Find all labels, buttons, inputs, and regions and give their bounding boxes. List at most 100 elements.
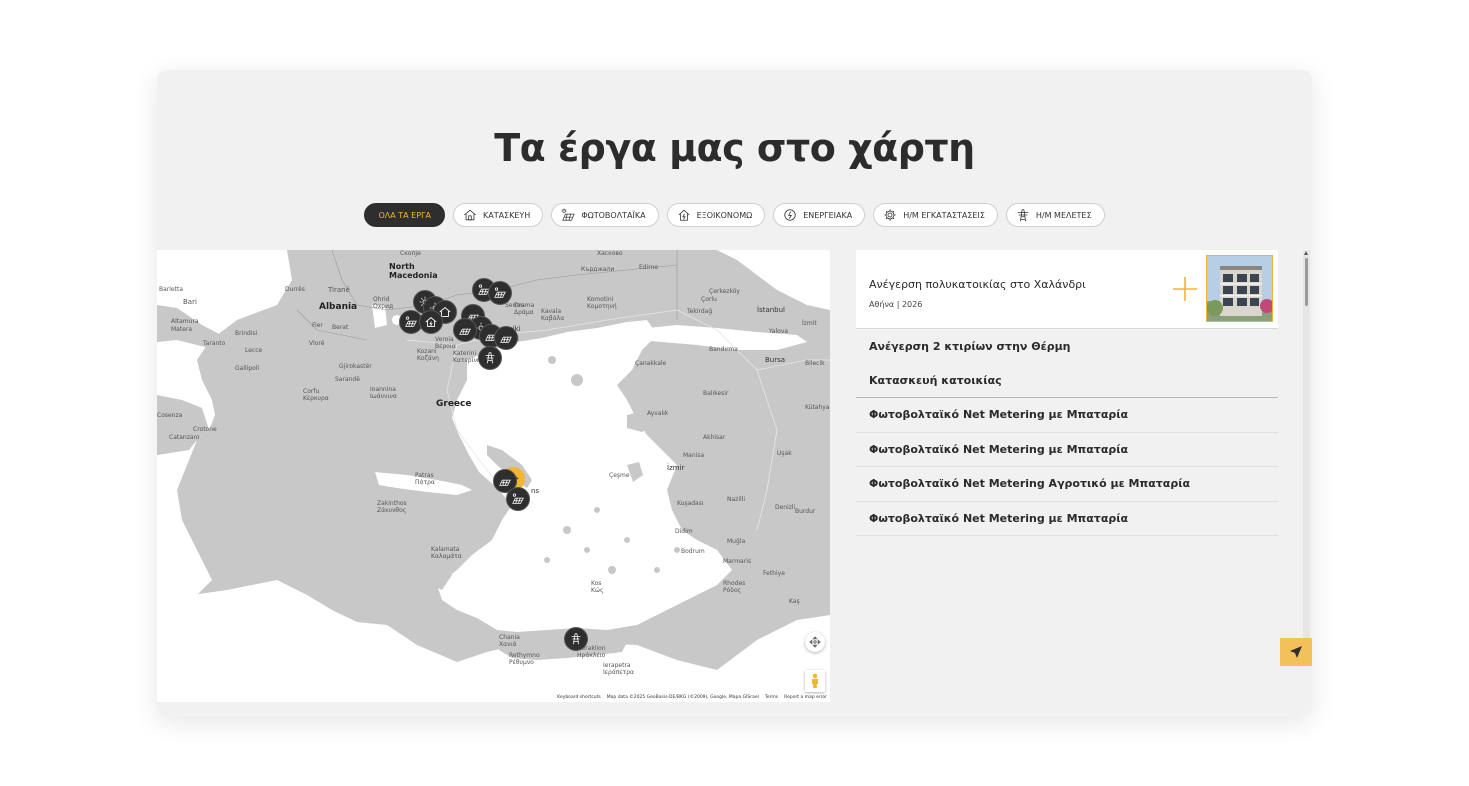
- street-view-pegman-button[interactable]: [805, 670, 825, 692]
- house-icon: [464, 209, 476, 221]
- filter-em-installations[interactable]: Η/Μ ΕΓΚΑΤΑΣΤΑΣΕΙΣ: [873, 203, 998, 227]
- project-title: Φωτοβολταϊκό Net Metering Αγροτικό με Μπ…: [869, 477, 1191, 491]
- solar-panel-icon: [561, 208, 575, 221]
- map-label-taranto: Taranto: [203, 340, 226, 347]
- map-label-usak: Uşak: [777, 450, 792, 457]
- projects-map[interactable]: Скопје North Macedonia Albania Tiranë Du…: [157, 250, 830, 702]
- solar-panel-icon: [405, 316, 417, 327]
- map-label-ohrid: Ohrid Охрид: [373, 296, 394, 310]
- map-label-bilecik: Bilecik: [805, 360, 825, 367]
- map-label-lecce: Lecce: [245, 347, 263, 354]
- filter-all[interactable]: ΟΛΑ ΤΑ ΕΡΓΑ: [364, 203, 445, 227]
- scroll-up-arrow-icon[interactable]: [1304, 251, 1308, 255]
- gear-icon: [884, 209, 896, 221]
- map-marker[interactable]: [488, 281, 512, 305]
- filter-em-studies[interactable]: Η/Μ ΜΕΛΕΤΕΣ: [1005, 203, 1105, 227]
- map-marker[interactable]: [564, 627, 588, 651]
- map-label-didim: Didim: [675, 528, 693, 535]
- project-list-item[interactable]: Φωτοβολταϊκό Net Metering με Μπαταρία: [856, 433, 1278, 467]
- filter-construction-label: ΚΑΤΑΣΚΕΥΗ: [482, 210, 531, 220]
- project-title: Κατασκευή κατοικίας: [869, 373, 1002, 387]
- map-label-cesme: Çeşme: [609, 472, 630, 479]
- map-camera-control-button[interactable]: [805, 632, 825, 652]
- map-label-corfu: Corfu Κέρκυρα: [303, 388, 329, 402]
- terms-link[interactable]: Terms: [765, 695, 778, 701]
- keyboard-shortcuts-link[interactable]: Keyboard shortcuts: [557, 695, 601, 701]
- project-title: Ανέγερση 2 κτιρίων στην Θέρμη: [869, 339, 1071, 353]
- solar-panel-icon: [512, 493, 524, 504]
- map-label-crotone: Crotone: [193, 426, 217, 433]
- map-marker[interactable]: [453, 318, 477, 342]
- map-label-zakinthos: Zakinthos Ζάκυνθος: [377, 500, 407, 514]
- filter-construction[interactable]: ΚΑΤΑΣΚΕΥΗ: [452, 203, 544, 227]
- map-label-brindisi: Brindisi: [235, 330, 258, 337]
- map-label-manisa: Manisa: [683, 452, 705, 459]
- map-label-sarande: Sarandë: [335, 376, 360, 383]
- map-label-nazilli: Nazilli: [727, 496, 745, 503]
- filter-photovoltaics[interactable]: ΦΩΤΟΒΟΛΤΑΪΚΑ: [551, 203, 659, 227]
- featured-project-meta: Αθήνα | 2026: [869, 300, 923, 309]
- map-marker[interactable]: [494, 326, 518, 350]
- map-label-haskovo: Хасково: [597, 250, 623, 257]
- filter-all-label: ΟΛΑ ΤΑ ΕΡΓΑ: [378, 210, 431, 220]
- map-label-izmir: İzmir: [667, 464, 685, 472]
- map-label-yalova: Yalova: [769, 328, 789, 335]
- map-label-kavala: Kavala Καβάλα: [541, 308, 565, 322]
- map-marker[interactable]: [478, 346, 502, 370]
- map-marker[interactable]: [506, 487, 530, 511]
- map-label-kusadasi: Kuşadası: [677, 500, 704, 507]
- map-label-kozani: Kozani Κοζάνη: [417, 348, 439, 362]
- map-label-greece: Greece: [436, 399, 472, 409]
- map-label-north-macedonia: North Macedonia: [389, 262, 438, 280]
- pylon-icon: [571, 633, 581, 645]
- map-label-tekirdag: Tekirdağ: [687, 308, 713, 315]
- project-title: Φωτοβολταϊκό Net Metering με Μπαταρία: [869, 408, 1129, 422]
- scrollbar-thumb[interactable]: [1305, 258, 1308, 306]
- locate-button[interactable]: [1280, 638, 1312, 666]
- project-list-item[interactable]: Φωτοβολταϊκό Net Metering με Μπαταρία: [856, 398, 1278, 433]
- solar-panel-icon: [500, 336, 512, 343]
- filter-energy-saving-label: ΕΞΟΙΚΟΝΟΜΩ: [696, 210, 753, 220]
- home-energy-icon: [678, 209, 690, 221]
- map-label-mugla: Muğla: [727, 538, 746, 545]
- pegman-icon: [812, 673, 818, 688]
- project-list-item[interactable]: Ανέγερση 2 κτιρίων στην Θέρμη: [856, 329, 1278, 364]
- filter-photovoltaics-label: ΦΩΤΟΒΟΛΤΑΪΚΑ: [581, 210, 646, 220]
- map-marker[interactable]: [419, 310, 443, 334]
- report-map-error-link[interactable]: Report a map error: [784, 695, 827, 701]
- map-label-catanzaro: Catanzaro: [169, 434, 200, 441]
- map-label-veroia: Veroia Βέροια: [435, 336, 456, 350]
- map-label-corlu: Çorlu: [701, 296, 717, 303]
- filter-bar: ΟΛΑ ΤΑ ΕΡΓΑ ΚΑΤΑΣΚΕΥΗ ΦΩΤΟΒΟΛΤΑΪΚΑ ΕΞΟΙΚ…: [157, 203, 1312, 227]
- filter-energy-saving[interactable]: ΕΞΟΙΚΟΝΟΜΩ: [666, 203, 766, 227]
- filter-energy[interactable]: ΕΝΕΡΓΕΙΑΚΑ: [773, 203, 866, 227]
- featured-project-thumbnail: [1206, 255, 1273, 322]
- leaf-bolt-icon: [784, 209, 796, 221]
- featured-project-card[interactable]: Ανέγερση πολυκατοικίας στο Χαλάνδρι Αθήν…: [856, 250, 1278, 329]
- featured-project-title: Ανέγερση πολυκατοικίας στο Χαλάνδρι: [869, 278, 1086, 291]
- map-label-athens: ns: [531, 487, 540, 495]
- map-label-matera: Matera: [171, 326, 193, 333]
- map-label-istanbul: İstanbul: [757, 306, 786, 314]
- map-label-bari: Bari: [183, 298, 197, 306]
- map-label-gallipoli: Gallipoli: [235, 365, 260, 372]
- filter-em-studies-label: Η/Μ ΜΕΛΕΤΕΣ: [1035, 210, 1092, 220]
- map-attribution: Keyboard shortcuts Map data ©2025 GeoBas…: [554, 694, 830, 702]
- projects-list: Ανέγερση πολυκατοικίας στο Χαλάνδρι Αθήν…: [856, 250, 1278, 550]
- project-list-item[interactable]: Φωτοβολταϊκό Net Metering Αγροτικό με Μπ…: [856, 467, 1278, 502]
- map-label-edirne: Edirne: [639, 264, 659, 271]
- map-label-rhodes: Rhodes Ρόδος: [723, 580, 746, 594]
- map-label-skopje: Скопје: [400, 250, 421, 257]
- project-list-item[interactable]: Φωτοβολταϊκό Net Metering με Μπαταρία: [856, 502, 1278, 536]
- map-label-kardzhali: Кърджали: [581, 266, 615, 273]
- plus-icon[interactable]: [1172, 276, 1198, 302]
- map-label-kalamata: Kalamata Καλαμάτα: [431, 546, 462, 560]
- map-label-chania: Chania Χανιά: [499, 634, 520, 648]
- map-data-text: Map data ©2025 GeoBasis-DE/BKG (©2009), …: [606, 695, 759, 700]
- project-list-item[interactable]: Κατασκευή κατοικίας: [856, 364, 1278, 398]
- pylon-icon: [485, 352, 495, 364]
- map-label-vlore: Vlorë: [309, 340, 325, 347]
- map-label-cosenza: Cosenza: [157, 412, 183, 419]
- map-label-gjirokaster: Gjirokastër: [339, 363, 372, 370]
- projects-list-scrollbar[interactable]: [1303, 250, 1310, 640]
